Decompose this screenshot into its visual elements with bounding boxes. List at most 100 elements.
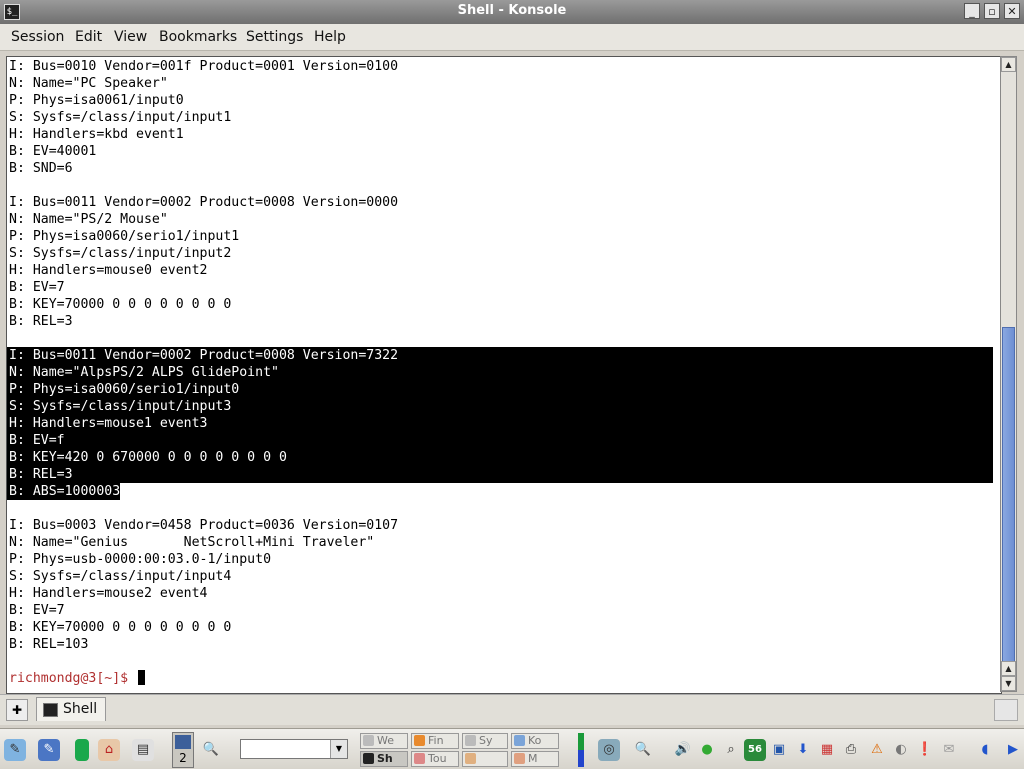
terminal-icon xyxy=(363,753,374,764)
terminal-line: S: Sysfs=/class/input/input2 xyxy=(9,246,232,261)
new-session-button[interactable]: ✚ xyxy=(6,699,28,721)
mail-icon[interactable]: ✉ xyxy=(938,739,960,761)
title-bar[interactable]: $_ Shell - Konsole _ ▫ ✕ xyxy=(0,0,1024,24)
terminal-line: P: Phys=isa0060/serio1/input1 xyxy=(9,229,240,244)
shell-prompt: richmondg@3[~]$ xyxy=(9,670,146,687)
spiral-icon[interactable]: ◐ xyxy=(890,739,912,761)
speaker-icon[interactable]: 🔊 xyxy=(672,739,694,761)
system-monitor-icon[interactable] xyxy=(75,739,89,761)
menu-help[interactable]: Help xyxy=(314,29,346,45)
status-icon[interactable]: ● xyxy=(696,739,718,761)
command-combobox[interactable]: ▼ xyxy=(240,739,348,759)
terminal-line: B: KEY=70000 0 0 0 0 0 0 0 0 xyxy=(9,297,232,312)
window-icon[interactable]: ▣ xyxy=(768,739,790,761)
task-label: Sh xyxy=(377,752,393,765)
task-label: We xyxy=(377,734,394,747)
menu-session[interactable]: Session xyxy=(11,29,64,45)
terminal-line: H: Handlers=kbd event1 xyxy=(9,127,184,142)
zoom-icon[interactable]: 🔍 xyxy=(632,739,654,761)
terminal-output[interactable]: I: Bus=0010 Vendor=001f Product=0001 Ver… xyxy=(6,56,1002,694)
56-icon[interactable]: 56 xyxy=(744,739,766,761)
chevron-down-icon[interactable]: ▼ xyxy=(330,740,347,758)
terminal-scrollbar[interactable]: ▲ ▲ ▼ xyxy=(1000,56,1017,692)
terminal-line: B: KEY=70000 0 0 0 0 0 0 0 0 xyxy=(9,620,232,635)
prompt-text: richmondg@3[~]$ xyxy=(9,671,137,686)
window-title: Shell - Konsole xyxy=(457,3,567,18)
app-icon xyxy=(414,753,425,764)
task-firefox[interactable]: Fin xyxy=(411,733,459,749)
chevron-right-icon[interactable]: ▶ xyxy=(1002,739,1024,761)
search-icon[interactable]: 🔍 xyxy=(200,739,222,761)
desktop-number: 2 xyxy=(179,751,187,765)
menu-settings[interactable]: Settings xyxy=(246,29,303,45)
terminal-line: N: Name="AlpsPS/2 ALPS GlidePoint" xyxy=(9,365,279,380)
task-sys[interactable]: Sy xyxy=(462,733,508,749)
scroll-up-arrow[interactable]: ▲ xyxy=(1001,57,1016,72)
terminal-line: B: EV=7 xyxy=(9,603,65,618)
task-label: Tou xyxy=(428,752,447,765)
search-icon[interactable]: ⌕ xyxy=(720,739,742,761)
task-editor[interactable] xyxy=(462,751,508,767)
terminal-line: B: SND=6 xyxy=(9,161,73,176)
terminal-line: P: Phys=isa0061/input0 xyxy=(9,93,184,108)
text-cursor xyxy=(138,670,146,685)
menu-edit[interactable]: Edit xyxy=(75,29,102,45)
terminal-line: I: Bus=0003 Vendor=0458 Product=0036 Ver… xyxy=(9,518,399,533)
update-icon[interactable]: ❗ xyxy=(914,739,936,761)
firefox-icon xyxy=(414,735,425,746)
tab-label: Shell xyxy=(63,701,98,717)
terminal-line: S: Sysfs=/class/input/input3 xyxy=(9,399,232,414)
terminal-line: B: REL=3 xyxy=(9,467,73,482)
task-label: Ko xyxy=(528,734,542,747)
task-label: Sy xyxy=(479,734,493,747)
terminal-line: S: Sysfs=/class/input/input1 xyxy=(9,110,232,125)
terminal-line: B: KEY=420 0 670000 0 0 0 0 0 0 0 0 xyxy=(9,450,287,465)
scroll-down-arrow[interactable]: ▲ xyxy=(1001,661,1016,676)
terminal-line: S: Sysfs=/class/input/input4 xyxy=(9,569,232,584)
menu-bar: Session Edit View Bookmarks Settings Hel… xyxy=(0,24,1024,51)
editor-icon xyxy=(465,753,476,764)
task-web[interactable]: We xyxy=(360,733,408,749)
calendar-icon[interactable]: ▦ xyxy=(816,739,838,761)
scroll-down-arrow-2[interactable]: ▼ xyxy=(1001,676,1016,691)
terminal-line: H: Handlers=mouse0 event2 xyxy=(9,263,208,278)
terminal-line: B: REL=3 xyxy=(9,314,73,329)
terminal-line: N: Name="Genius NetScroll+Mini Traveler" xyxy=(9,535,375,550)
home-icon[interactable]: ⌂ xyxy=(98,739,120,761)
terminal-line: P: Phys=usb-0000:00:03.0-1/input0 xyxy=(9,552,272,567)
scroll-thumb[interactable] xyxy=(1002,327,1015,662)
close-button[interactable]: ✕ xyxy=(1004,3,1020,19)
network-icon[interactable]: ◖ xyxy=(974,739,996,761)
task-mail[interactable]: M xyxy=(511,751,559,767)
terminal-line: B: ABS=1000003 xyxy=(9,484,121,499)
menu-view[interactable]: View xyxy=(114,29,147,45)
task-shell[interactable]: Sh xyxy=(360,751,408,767)
terminal-line: B: REL=103 xyxy=(9,637,89,652)
menu-bookmarks[interactable]: Bookmarks xyxy=(159,29,237,45)
editor-icon[interactable]: ✎ xyxy=(38,739,60,761)
documents-icon[interactable]: ▤ xyxy=(132,739,154,761)
terminal-line: B: EV=f xyxy=(9,433,65,448)
desktop-pager[interactable]: 2 xyxy=(172,732,194,768)
network-icon[interactable]: ◎ xyxy=(598,739,620,761)
tab-bar: ✚ Shell xyxy=(0,694,1024,725)
terminal-line: I: Bus=0011 Vendor=0002 Product=0008 Ver… xyxy=(9,348,399,363)
terminal-line: N: Name="PS/2 Mouse" xyxy=(9,212,168,227)
task-konqueror[interactable]: Ko xyxy=(511,733,559,749)
download-icon[interactable]: ⬇ xyxy=(792,739,814,761)
warning-icon[interactable]: ⚠ xyxy=(866,739,888,761)
maximize-button[interactable]: ▫ xyxy=(984,3,1000,19)
mail-icon xyxy=(514,753,525,764)
printer-icon[interactable]: ⎙ xyxy=(840,739,862,761)
terminal-line: N: Name="PC Speaker" xyxy=(9,76,168,91)
terminal-line: H: Handlers=mouse1 event3 xyxy=(9,416,208,431)
minimize-button[interactable]: _ xyxy=(964,3,980,19)
cpu-meter[interactable] xyxy=(578,733,584,767)
close-session-button[interactable] xyxy=(994,699,1018,721)
desktop-thumb xyxy=(175,735,191,749)
kmenu-icon[interactable]: ✎ xyxy=(4,739,26,761)
terminal-line: H: Handlers=mouse2 event4 xyxy=(9,586,208,601)
task-tou[interactable]: Tou xyxy=(411,751,459,767)
terminal-line: B: EV=7 xyxy=(9,280,65,295)
tab-shell[interactable]: Shell xyxy=(36,697,106,721)
